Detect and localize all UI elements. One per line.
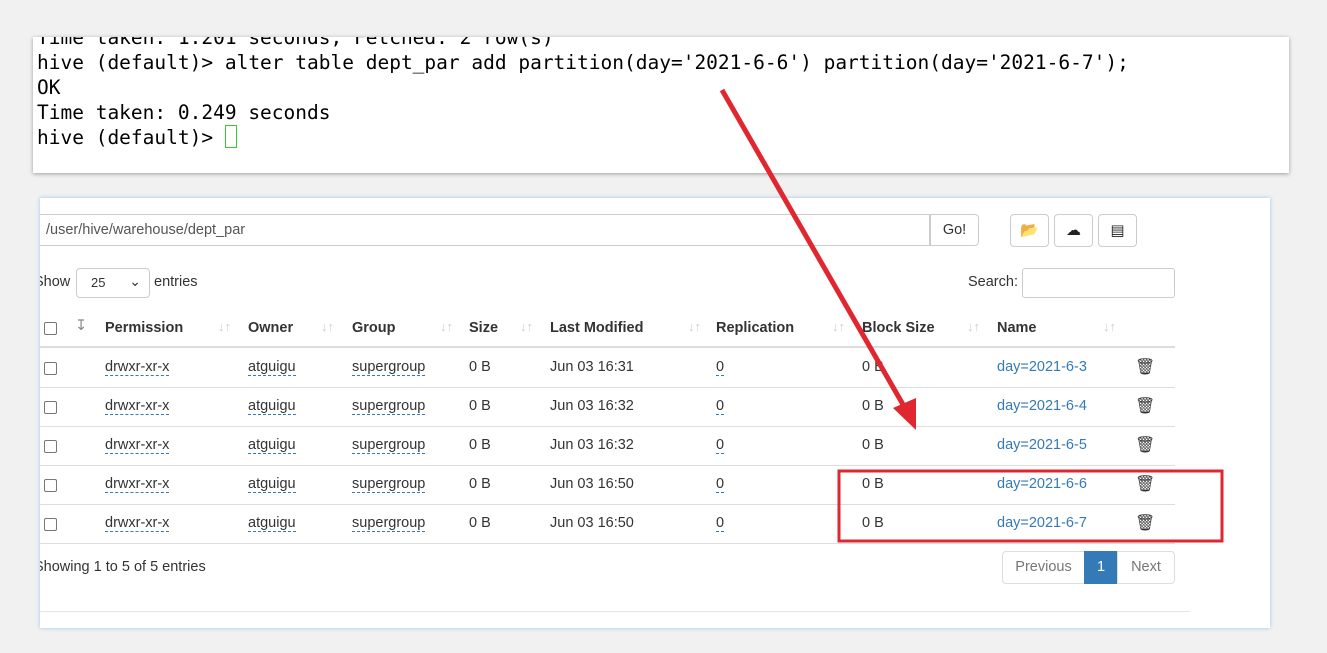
annotation-overlay [719, 88, 1224, 543]
annotation-arrow-line [719, 88, 908, 410]
annotation-highlight-box [837, 469, 1224, 543]
